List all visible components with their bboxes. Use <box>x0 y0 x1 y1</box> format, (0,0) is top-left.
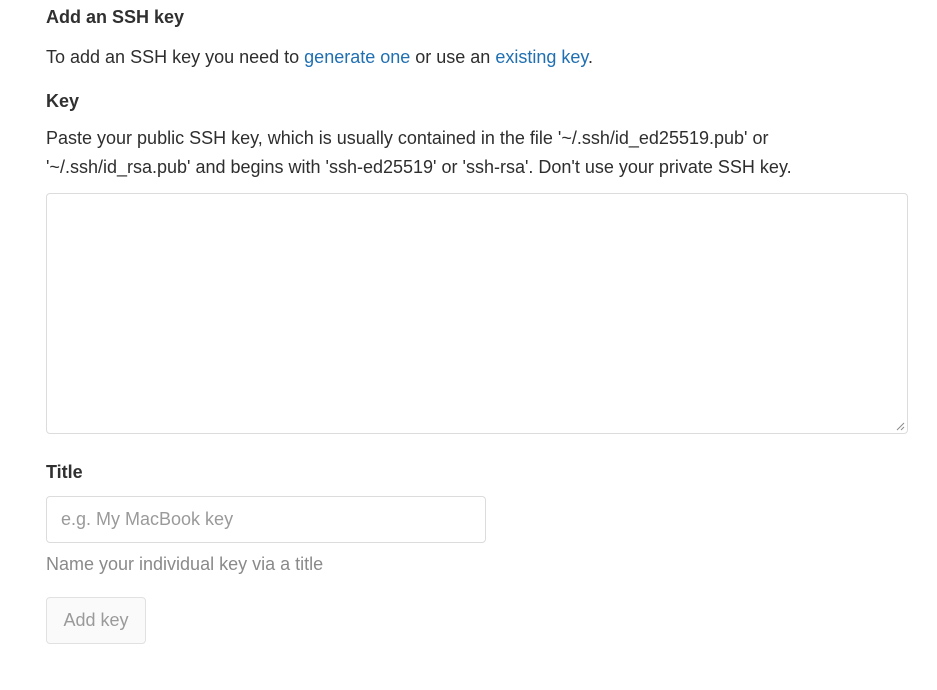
key-help-text: Paste your public SSH key, which is usua… <box>46 124 910 182</box>
intro-middle: or use an <box>410 47 496 67</box>
key-label: Key <box>46 91 80 111</box>
ssh-key-form: Add an SSH key To add an SSH key you nee… <box>46 0 910 644</box>
existing-key-link[interactable]: existing key <box>495 47 588 67</box>
title-input[interactable]: e.g. My MacBook key <box>46 496 486 543</box>
title-input-placeholder: e.g. My MacBook key <box>61 509 234 529</box>
intro-text: To add an SSH key you need to generate o… <box>46 44 910 70</box>
section-heading: Add an SSH key <box>46 7 185 27</box>
title-help-text: Name your individual key via a title <box>46 554 324 574</box>
intro-prefix: To add an SSH key you need to <box>46 47 305 67</box>
key-help-line-1: Paste your public SSH key, which is usua… <box>46 128 769 148</box>
key-help-line-2: '~/.ssh/id_rsa.pub' and begins with 'ssh… <box>46 157 792 177</box>
generate-one-link[interactable]: generate one <box>304 47 410 67</box>
intro-suffix: . <box>588 47 594 67</box>
add-key-button[interactable]: Add key <box>46 597 146 644</box>
resize-grip-icon[interactable] <box>895 421 905 431</box>
title-label: Title <box>46 462 83 482</box>
key-textarea[interactable] <box>46 193 908 434</box>
